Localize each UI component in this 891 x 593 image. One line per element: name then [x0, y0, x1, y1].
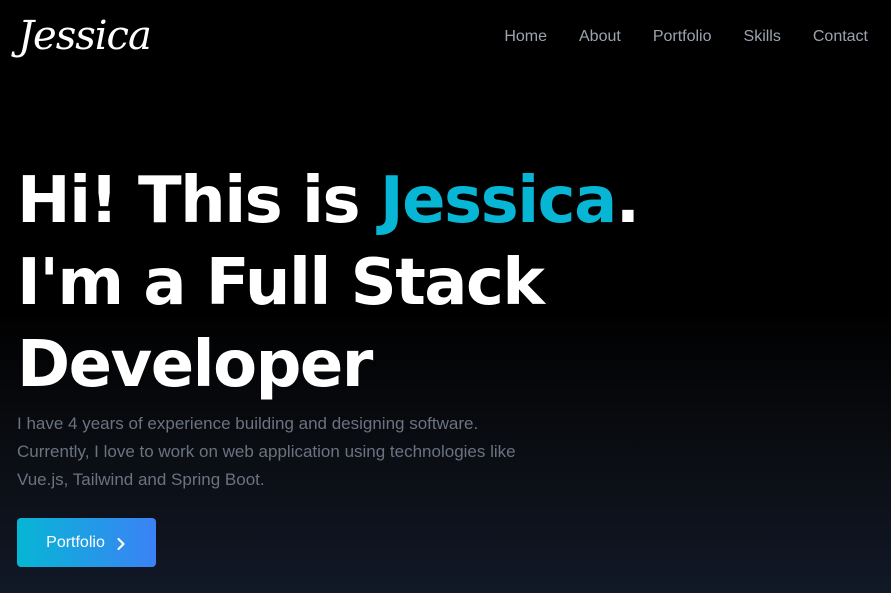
- navbar: Jessica Home About Portfolio Skills Cont…: [0, 0, 891, 78]
- nav-link-skills[interactable]: Skills: [744, 27, 781, 47]
- hero-description: I have 4 years of experience building an…: [17, 414, 516, 489]
- nav-links: Home About Portfolio Skills Contact: [504, 27, 868, 47]
- portfolio-button-label: Portfolio: [46, 533, 105, 551]
- chevron-right-icon: [115, 536, 127, 550]
- nav-link-home[interactable]: Home: [504, 27, 547, 47]
- portfolio-button[interactable]: Portfolio: [17, 518, 156, 567]
- nav-link-about[interactable]: About: [579, 27, 621, 47]
- hero-name: Jessica: [379, 164, 617, 238]
- hero-greeting-line: Hi! This is Jessica.: [17, 160, 777, 242]
- greeting-suffix: .: [615, 164, 640, 238]
- hero-greeting: Hi! This is Jessica.: [17, 160, 777, 242]
- nav-link-portfolio[interactable]: Portfolio: [653, 27, 712, 47]
- nav-link-contact[interactable]: Contact: [813, 27, 868, 47]
- logo[interactable]: Jessica: [18, 6, 152, 66]
- greeting-prefix: Hi! This is: [17, 164, 380, 238]
- hero-subtitle: I'm a Full Stack Developer: [17, 246, 545, 402]
- hero-section: Hi! This is Jessica. I'm a Full Stack De…: [17, 160, 777, 406]
